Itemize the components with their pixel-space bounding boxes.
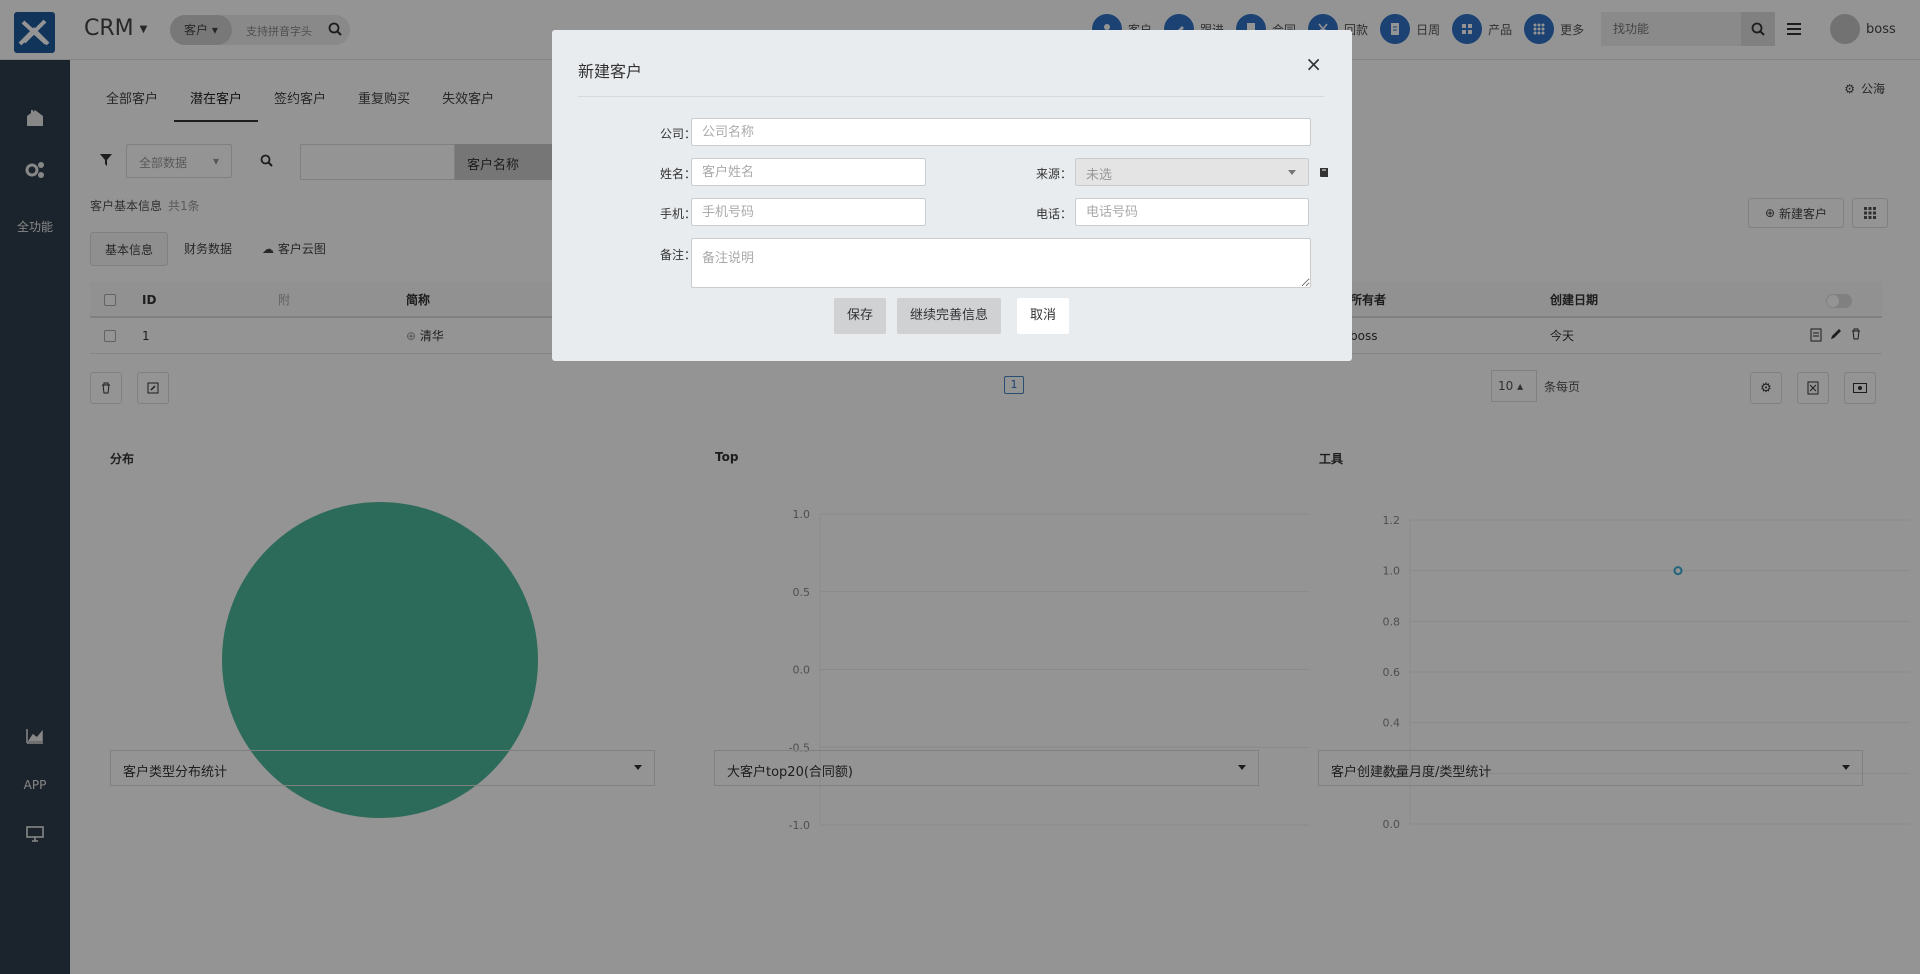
mobile-label: 手机： bbox=[659, 207, 696, 221]
continue-button[interactable]: 继续完善信息 bbox=[897, 298, 1002, 334]
phone-input[interactable] bbox=[1075, 198, 1309, 226]
company-label: 公司： bbox=[659, 127, 696, 141]
note-label: 备注： bbox=[659, 248, 696, 262]
dialog-title: 新建客户 bbox=[578, 62, 643, 81]
note-textarea[interactable] bbox=[691, 238, 1311, 288]
source-label: 来源： bbox=[1035, 167, 1072, 181]
save-button[interactable]: 保存 bbox=[834, 298, 887, 334]
source-select[interactable]: 未选 bbox=[1075, 158, 1309, 186]
mobile-input[interactable] bbox=[691, 198, 926, 226]
caret-down-icon bbox=[1288, 170, 1296, 175]
divider bbox=[578, 96, 1324, 97]
new-customer-dialog: 新建客户 × 公司： 姓名： 来源： 未选 手机： 电话： 备注： 保存 继续完… bbox=[552, 30, 1352, 361]
name-input[interactable] bbox=[691, 158, 926, 186]
phone-label: 电话： bbox=[1035, 207, 1072, 221]
close-icon[interactable]: × bbox=[1305, 52, 1322, 76]
book-icon[interactable] bbox=[1319, 167, 1330, 178]
cancel-button[interactable]: 取消 bbox=[1017, 298, 1070, 334]
company-input[interactable] bbox=[691, 118, 1311, 146]
name-label: 姓名： bbox=[659, 167, 696, 181]
